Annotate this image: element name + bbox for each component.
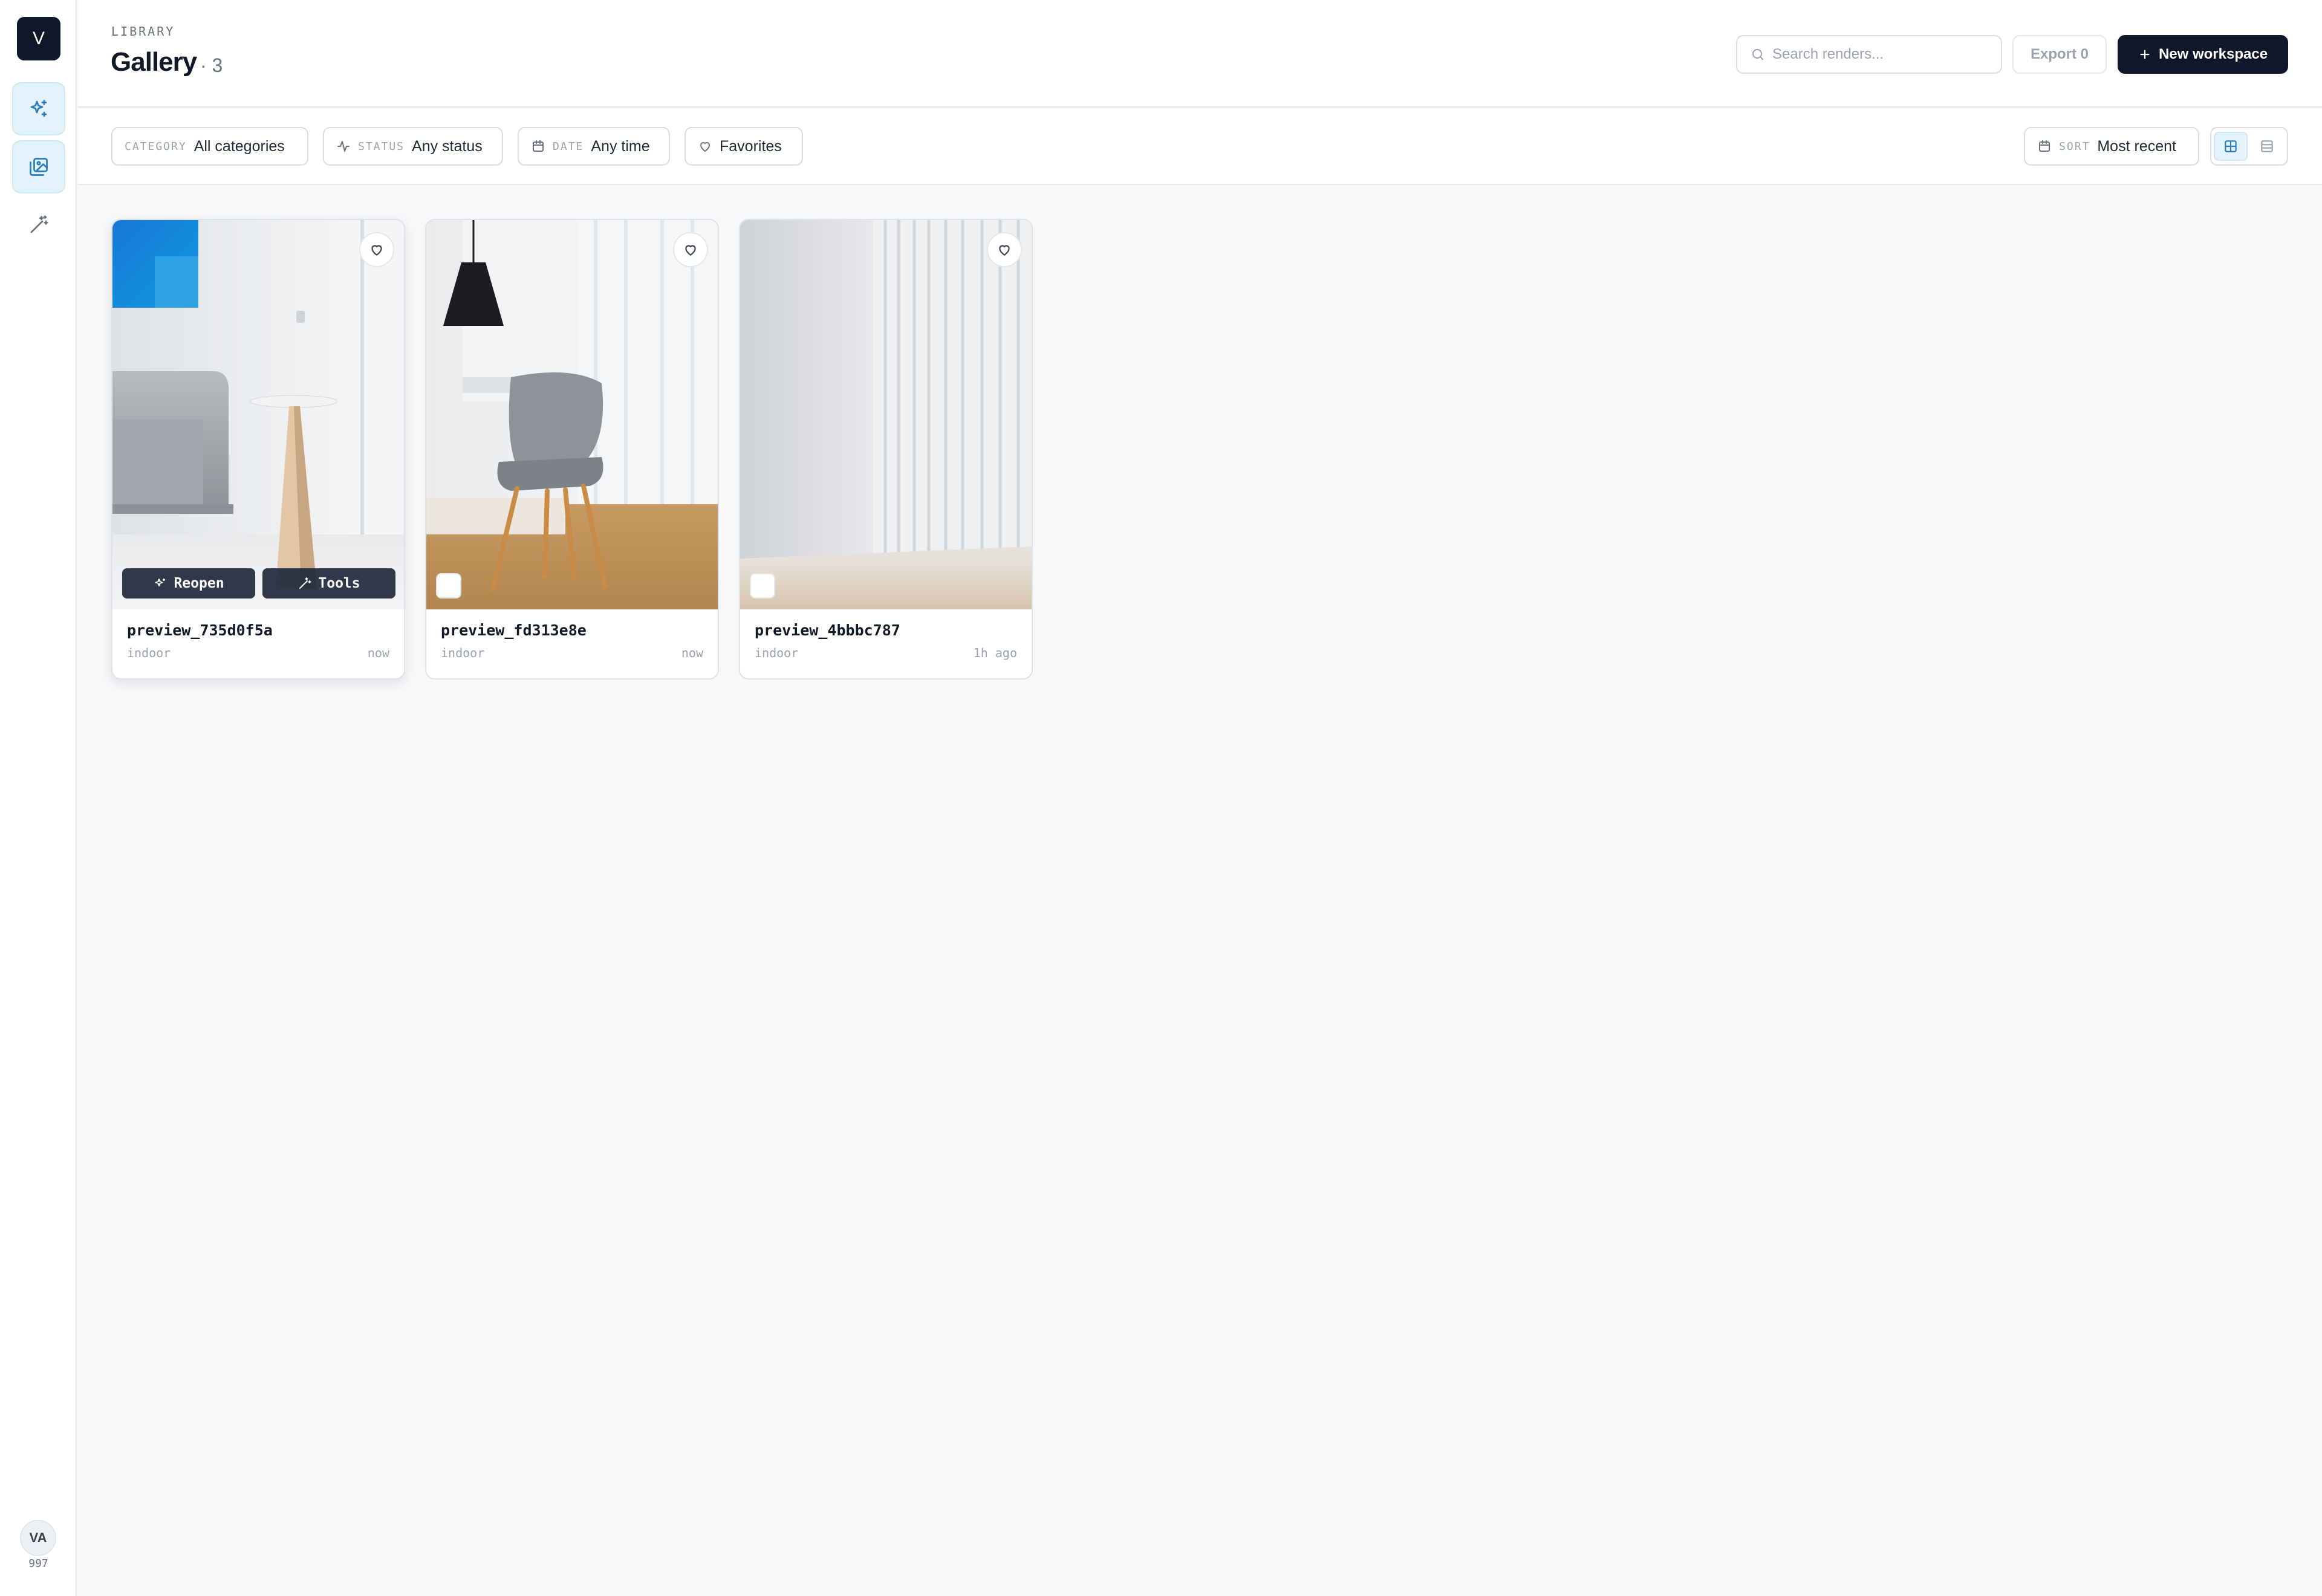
sort-dropdown[interactable]: SORT Most recent: [2024, 127, 2199, 166]
category-filter-label: CATEGORY: [125, 140, 187, 153]
gallery-card[interactable]: preview_fd313e8e indoor now: [425, 219, 719, 680]
calendar-icon: [533, 140, 544, 152]
chair-room-image: [426, 220, 718, 609]
tools-label: Tools: [318, 576, 360, 591]
render-thumbnail[interactable]: [426, 220, 718, 609]
sparkles-icon: [30, 100, 47, 117]
favorites-filter[interactable]: Favorites: [685, 127, 803, 166]
magic-wand-icon: [299, 577, 311, 589]
calendar-icon: [2039, 140, 2050, 152]
item-count: · 3: [200, 54, 223, 76]
date-filter[interactable]: DATE Any time: [518, 127, 670, 166]
sidebar-item-gallery[interactable]: [12, 140, 65, 193]
credits-count: 997: [28, 1557, 48, 1570]
heart-icon: [371, 245, 382, 256]
magic-wand-icon: [30, 215, 48, 233]
page-header: LIBRARY Gallery · 3 Export 0 New workspa…: [78, 0, 2322, 108]
heart-icon: [685, 245, 696, 256]
reopen-label: Reopen: [174, 576, 224, 591]
heart-icon: [999, 245, 1010, 256]
category-filter[interactable]: CATEGORY All categories: [111, 127, 308, 166]
card-timestamp: now: [681, 646, 703, 660]
sort-label: SORT: [2059, 140, 2090, 153]
card-title: preview_fd313e8e: [441, 621, 587, 639]
list-icon: [2261, 140, 2273, 152]
status-filter-value: Any status: [412, 137, 483, 155]
grid-view-button[interactable]: [2214, 132, 2248, 161]
card-timestamp: now: [367, 646, 389, 660]
activity-icon: [337, 141, 350, 152]
status-filter[interactable]: STATUS Any status: [323, 127, 503, 166]
date-filter-value: Any time: [591, 137, 650, 155]
export-button[interactable]: Export 0: [2012, 35, 2107, 74]
page-title: Gallery: [111, 47, 197, 77]
curtain-room-image: [740, 220, 1032, 609]
reopen-button[interactable]: Reopen: [122, 568, 255, 598]
card-timestamp: 1h ago: [973, 646, 1017, 660]
view-toggle: [2210, 127, 2288, 166]
gallery-icon: [30, 158, 48, 176]
search-box[interactable]: [1736, 35, 2002, 74]
list-view-button[interactable]: [2250, 132, 2284, 161]
gallery-card[interactable]: preview_4bbbc787 indoor 1h ago: [739, 219, 1033, 680]
grid-icon: [2225, 140, 2237, 152]
new-workspace-button[interactable]: New workspace: [2118, 35, 2288, 74]
favorite-button[interactable]: [673, 232, 708, 267]
card-title: preview_735d0f5a: [127, 621, 273, 639]
sidebar-item-create[interactable]: [12, 82, 65, 135]
app-logo[interactable]: V: [17, 17, 60, 60]
render-thumbnail[interactable]: Reopen Tools: [112, 220, 404, 609]
card-category: indoor: [127, 646, 171, 660]
card-category: indoor: [441, 646, 485, 660]
search-input[interactable]: [1772, 46, 1990, 63]
plus-icon: [2140, 50, 2150, 59]
new-workspace-label: New workspace: [2158, 46, 2268, 62]
heart-icon: [700, 142, 710, 152]
breadcrumb: LIBRARY: [111, 24, 175, 39]
sidebar: V VA 997: [0, 0, 77, 1596]
favorite-button[interactable]: [987, 232, 1022, 267]
sort-value: Most recent: [2097, 137, 2176, 155]
sidebar-item-tools[interactable]: [12, 198, 65, 251]
user-avatar[interactable]: VA: [20, 1520, 56, 1556]
filter-bar: CATEGORY All categories STATUS Any statu…: [78, 109, 2322, 185]
card-category: indoor: [755, 646, 799, 660]
card-title: preview_4bbbc787: [755, 621, 900, 639]
tools-button[interactable]: Tools: [262, 568, 395, 598]
select-checkbox[interactable]: [436, 573, 461, 598]
favorite-button[interactable]: [359, 232, 394, 267]
living-room-image: [112, 220, 404, 609]
search-icon: [1752, 49, 1763, 60]
date-filter-label: DATE: [553, 140, 584, 153]
render-thumbnail[interactable]: [740, 220, 1032, 609]
favorites-filter-label: Favorites: [720, 137, 782, 155]
gallery-card[interactable]: Reopen Tools preview_735d0f5a indoor now: [111, 219, 405, 680]
status-filter-label: STATUS: [358, 140, 405, 153]
sparkles-icon: [155, 579, 166, 586]
category-filter-value: All categories: [194, 137, 285, 155]
select-checkbox[interactable]: [750, 573, 775, 598]
